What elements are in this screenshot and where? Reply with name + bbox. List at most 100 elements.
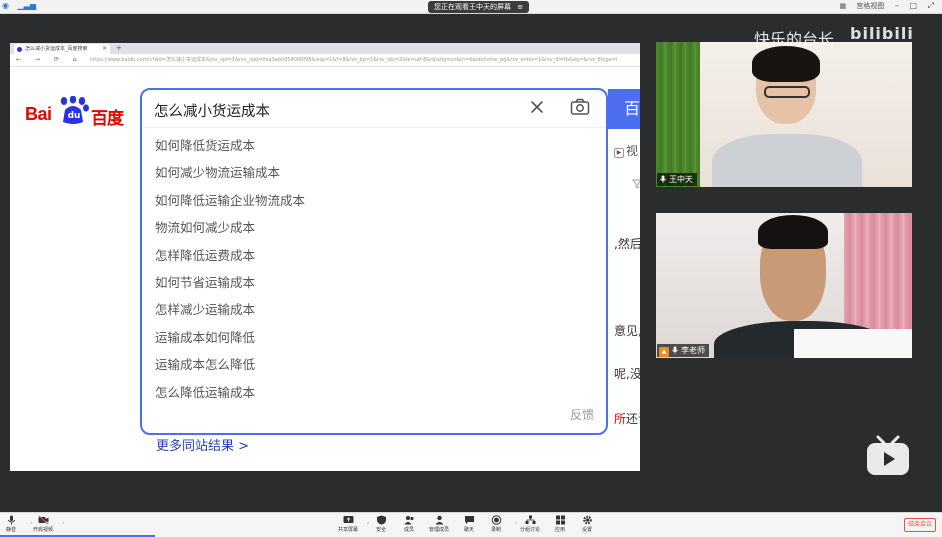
chevron-up-icon[interactable]: ‸ — [62, 517, 64, 524]
browser-nav-icons[interactable]: ← → ⟳ ⌂ — [16, 56, 83, 63]
share-status-pill[interactable]: 您正在观看王中天的屏幕 ≡ — [428, 1, 530, 13]
chat-button[interactable]: 聊天 — [454, 515, 484, 533]
baidu-page: Bai du 百度 百度一下 ▶视 ,然后 意见, 呢,没 所还说 怎么减小货运… — [10, 67, 640, 471]
participant-video-wang[interactable]: 王中天 — [656, 42, 912, 187]
browser-address-bar: ← → ⟳ ⌂ https://www.baidu.com/s?wd=怎么减小货… — [10, 54, 640, 67]
result-snippet-3: 呢,没 — [614, 367, 640, 381]
video-background — [656, 42, 700, 187]
participant-name: 王中天 — [669, 175, 693, 184]
manage-members-label: 管理成员 — [428, 527, 449, 533]
result-snippet-4-highlight: 所 — [614, 412, 627, 426]
apps-button[interactable]: 应用 — [545, 515, 575, 533]
members-icon — [404, 516, 414, 525]
participant-figure — [752, 46, 820, 82]
layout-label: 宫格视图 — [856, 2, 885, 10]
logo-bai-text: Bai — [25, 104, 52, 124]
record-button[interactable]: 录制 ‸ — [481, 515, 517, 533]
breakout-label: 分组讨论 — [519, 527, 540, 533]
apps-label: 应用 — [554, 527, 565, 533]
participant-name-tag: 王中天 — [657, 173, 697, 186]
suggestion-item[interactable]: 运输成本如何降低 — [155, 328, 305, 355]
result-snippet-4-text: 还说 — [626, 412, 640, 426]
top-bar-left: ◉ ▁▃▅ — [2, 1, 42, 10]
video-tab-label: 视 — [626, 144, 639, 158]
suggestion-list: 如何降低货运成本 如何减少物流运输成本 如何降低运输企业物流成本 物流如何减少成… — [155, 136, 305, 410]
signal-icon[interactable]: ▁▃▅ — [18, 1, 36, 10]
maximize-icon[interactable]: □ — [909, 1, 917, 10]
mute-button[interactable]: 静音 ‸ — [0, 515, 32, 533]
security-label: 安全 — [375, 527, 386, 533]
end-meeting-button[interactable]: 结束会议 — [904, 518, 936, 532]
logo-du-text: du — [67, 111, 81, 121]
participant-video-li[interactable]: ▲ 李老师 — [656, 213, 912, 358]
breakout-button[interactable]: 分组讨论 — [515, 515, 545, 533]
share-screen-button[interactable]: 共享屏幕 ‸ — [333, 515, 369, 533]
share-screen-label: 共享屏幕 — [337, 527, 358, 533]
browser-tab-strip: 怎么减小货运成本_百度搜索 × + — [10, 43, 640, 54]
filter-icon[interactable] — [632, 179, 640, 189]
shield-icon — [376, 515, 386, 525]
close-tab-icon[interactable]: × — [102, 43, 107, 54]
baidu-logo[interactable]: Bai du 百度 — [25, 96, 129, 129]
start-video-label: 开启视频 — [32, 527, 53, 533]
start-video-button[interactable]: 开启视频 ‸ — [28, 515, 64, 533]
feedback-link[interactable]: 反馈 — [570, 406, 594, 423]
search-input[interactable]: 怎么减小货运成本 — [154, 100, 270, 121]
list-icon[interactable]: ≡ — [517, 3, 523, 11]
uploader-watermark: 快乐的台长 — [754, 30, 835, 49]
record-label: 录制 — [490, 527, 501, 533]
bilibili-tv-icon — [867, 435, 909, 475]
share-status-text: 您正在观看王中天的屏幕 — [434, 3, 511, 11]
shared-browser-window: 怎么减小货运成本_百度搜索 × + ← → ⟳ ⌂ https://www.ba… — [10, 43, 640, 471]
security-button[interactable]: 安全 — [366, 515, 396, 533]
host-icon: ▲ — [659, 347, 669, 357]
suggestion-item[interactable]: 如何节省运输成本 — [155, 273, 305, 300]
more-site-results-link[interactable]: 更多同站结果 > — [156, 435, 249, 454]
clear-icon[interactable] — [528, 98, 546, 116]
suggestion-item[interactable]: 怎么降低运输成本 — [155, 383, 305, 410]
suggestion-item[interactable]: 如何减少物流运输成本 — [155, 163, 305, 190]
participant-figure — [758, 215, 828, 249]
result-snippet-2: 意见, — [614, 324, 640, 338]
settings-button[interactable]: 设置 — [572, 515, 602, 533]
chat-label: 聊天 — [463, 527, 474, 533]
url-field[interactable]: https://www.baidu.com/s?wd=怎么减小货运成本&rsv_… — [90, 56, 635, 65]
meeting-toolbar: 静音 ‸ 开启视频 ‸ 共享屏幕 ‸ 安全 成员 管理成员 聊天 录制 ‸ 分组讨论 应… — [0, 512, 942, 537]
chat-icon — [464, 516, 474, 524]
browser-tab[interactable]: 怎么减小货运成本_百度搜索 — [14, 44, 110, 54]
manage-members-button[interactable]: 管理成员 — [424, 515, 454, 533]
suggestion-item[interactable]: 如何降低运输企业物流成本 — [155, 191, 305, 218]
suggestion-divider — [142, 127, 606, 128]
participant-figure — [712, 134, 862, 187]
participant-figure — [764, 86, 810, 98]
suggestion-item[interactable]: 运输成本怎么降低 — [155, 355, 305, 382]
participant-name: 李老师 — [681, 346, 705, 355]
share-screen-icon — [343, 516, 353, 523]
shield-icon[interactable]: ◉ — [2, 1, 9, 10]
layout-view-button[interactable]: ▦ 宫格视图 — [840, 2, 885, 10]
suggestion-item[interactable]: 物流如何减少成本 — [155, 218, 305, 245]
suggestion-item[interactable]: 怎样减少运输成本 — [155, 300, 305, 327]
camera-icon[interactable] — [570, 98, 590, 116]
mic-icon — [672, 346, 678, 354]
suggestion-item[interactable]: 如何降低货运成本 — [155, 136, 305, 163]
video-tab[interactable]: ▶ 视 — [614, 142, 638, 159]
members-label: 成员 — [403, 527, 414, 533]
mic-icon — [660, 175, 666, 183]
mute-label: 静音 — [5, 527, 16, 533]
suggestion-item[interactable]: 怎样降低运费成本 — [155, 246, 305, 273]
top-bar: ◉ ▁▃▅ 您正在观看王中天的屏幕 ≡ ▦ 宫格视图 – □ ⤢ — [0, 0, 942, 14]
logo-baidu-text: 百度 — [91, 109, 124, 129]
baidu-search-button[interactable]: 百度一下 — [608, 89, 640, 129]
mic-icon — [7, 515, 15, 525]
new-tab-icon[interactable]: + — [116, 43, 122, 54]
members-button[interactable]: 成员 — [394, 515, 424, 533]
minimize-icon[interactable]: – — [895, 1, 899, 10]
fullscreen-icon[interactable]: ⤢ — [928, 1, 934, 10]
settings-label: 设置 — [581, 527, 592, 533]
participant-name-tag: ▲ 李老师 — [657, 344, 709, 357]
result-snippet-4: 所还说 — [614, 410, 640, 427]
top-bar-right: ▦ 宫格视图 – □ ⤢ — [832, 1, 934, 11]
apps-icon — [555, 515, 565, 525]
bilibili-watermark-logo: bilibili — [850, 24, 914, 43]
